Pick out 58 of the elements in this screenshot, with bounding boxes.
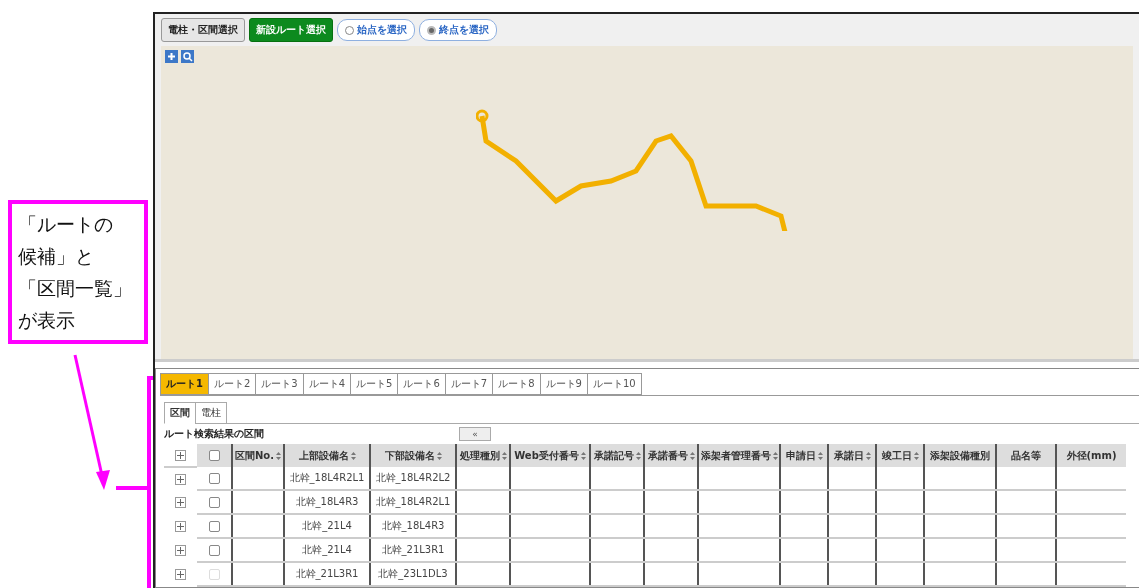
table-cell: 北幹_18L4R3 [381,520,445,531]
sort-icon[interactable] [350,451,356,460]
row-checkbox[interactable] [208,472,220,484]
expand-button[interactable] [175,568,186,580]
expand-button[interactable] [175,496,186,508]
callout-text: が表示 [18,308,76,333]
collapse-button[interactable]: « [459,427,491,441]
row-checkbox[interactable] [208,544,220,556]
row-checkbox[interactable] [208,520,220,532]
sort-icon[interactable] [276,451,281,460]
table-cell: 北幹_18L4R3 [295,496,359,507]
select-all-checkbox[interactable] [208,450,220,462]
sort-icon[interactable] [865,451,871,460]
table-cell: 北幹_23L1DL3 [378,568,448,579]
sort-icon[interactable] [436,451,442,460]
radio-option[interactable]: 始点を選択 [337,19,415,41]
route-tab[interactable]: ルート6 [397,373,446,395]
table-cell: 北幹_21L4 [302,544,352,555]
table-cell: 北幹_18L4R2L2 [375,472,451,483]
sort-icon[interactable] [817,451,823,460]
row-checkbox[interactable] [208,496,220,508]
toolbar-button[interactable]: 新設ルート選択 [249,18,333,42]
sort-icon[interactable] [689,451,695,460]
section-tab[interactable]: 区間 [164,402,196,424]
route-tab[interactable]: ルート5 [350,373,399,395]
table-cell: 北幹_18L4R2L1 [375,496,451,507]
route-tab[interactable]: ルート2 [207,373,257,395]
route-tab[interactable]: ルート10 [586,373,642,395]
section-title: ルート検索結果の区間 [164,427,265,441]
expand-button[interactable] [175,473,186,485]
radio-dot-icon[interactable] [345,25,354,35]
expand-button[interactable] [175,449,186,461]
sort-icon[interactable] [580,451,586,460]
route-tab[interactable]: ルート1 [160,373,209,395]
callout-text: 「区間一覧」 [18,276,133,301]
map-tile[interactable] [161,46,1133,359]
table-cell: 北幹_21L3R1 [381,544,445,555]
route-tab[interactable]: ルート9 [539,373,588,395]
route-tab[interactable]: ルート8 [492,373,541,395]
table-cell: 北幹_21L4 [302,520,352,531]
toolbar-button[interactable]: 電柱・区間選択 [161,18,245,42]
section-tab[interactable]: 電柱 [195,402,227,424]
expand-button[interactable] [175,520,186,532]
sort-icon[interactable] [913,451,919,460]
sort-icon[interactable] [772,451,778,460]
table-cell: 北幹_21L3R1 [295,568,359,579]
expand-button[interactable] [175,544,186,556]
route-tab[interactable]: ルート3 [255,373,304,395]
sort-icon[interactable] [501,451,507,460]
radio-dot-icon[interactable] [427,25,436,35]
callout-text: 「ルートの [18,212,114,237]
radio-option[interactable]: 終点を選択 [419,19,497,41]
zoom-icon[interactable] [165,50,195,64]
route-tab[interactable]: ルート7 [444,373,494,395]
callout-text: 候補」と [18,244,95,269]
route-tab[interactable]: ルート4 [302,373,352,395]
table-cell: 北幹_18L4R2L1 [289,472,365,483]
sort-icon[interactable] [635,451,641,460]
